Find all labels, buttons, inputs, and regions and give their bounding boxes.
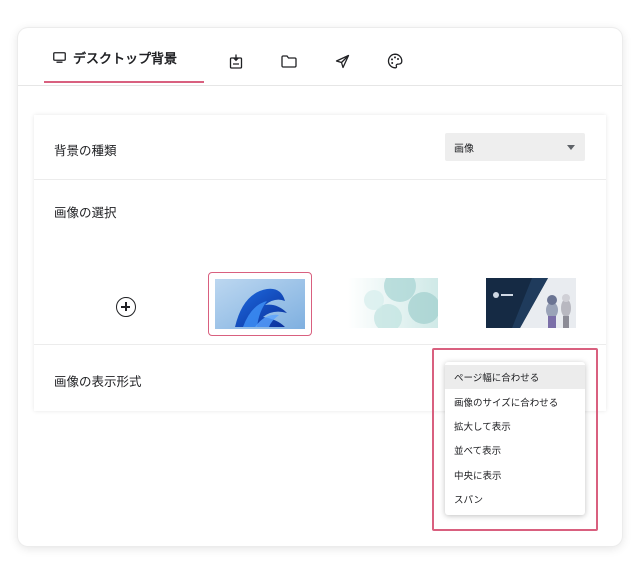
image-select-label: 画像の選択 [54,205,117,220]
display-format-dropdown: ページ幅に合わせる 画像のサイズに合わせる 拡大して表示 並べて表示 中央に表示… [445,362,585,515]
dropdown-option[interactable]: 拡大して表示 [445,414,585,438]
background-type-label: 背景の種類 [54,143,117,158]
background-type-select[interactable]: 画像 [445,133,585,161]
display-format-label: 画像の表示形式 [54,374,142,389]
dropdown-option[interactable]: 中央に表示 [445,463,585,487]
send-icon[interactable] [333,52,351,70]
windows-bloom-wallpaper[interactable] [215,279,305,329]
tab-desktop-background-label: デスクトップ背景 [73,51,178,67]
tab-bar: デスクトップ背景 [18,28,622,86]
active-tab-indicator [44,81,204,83]
dropdown-option[interactable]: 画像のサイズに合わせる [445,389,585,413]
background-type-row: 背景の種類 画像 [34,115,606,180]
dropdown-option[interactable]: ページ幅に合わせる [445,365,585,390]
folder-icon[interactable] [280,52,298,70]
plus-circle-icon[interactable] [116,297,136,317]
palette-icon[interactable] [386,52,404,70]
anime-characters-wallpaper[interactable] [486,278,576,328]
selected-thumbnail-frame[interactable] [208,272,312,336]
image-select-row: 画像の選択 [34,180,606,345]
background-type-value: 画像 [454,143,474,155]
dropdown-option[interactable]: スパン [445,487,585,511]
chevron-down-icon [567,145,575,150]
teal-circles-wallpaper[interactable] [348,278,438,328]
lock-screen-icon[interactable] [227,52,245,70]
dropdown-option[interactable]: 並べて表示 [445,438,585,462]
monitor-icon [53,51,66,63]
tab-desktop-background[interactable]: デスクトップ背景 [44,28,204,86]
